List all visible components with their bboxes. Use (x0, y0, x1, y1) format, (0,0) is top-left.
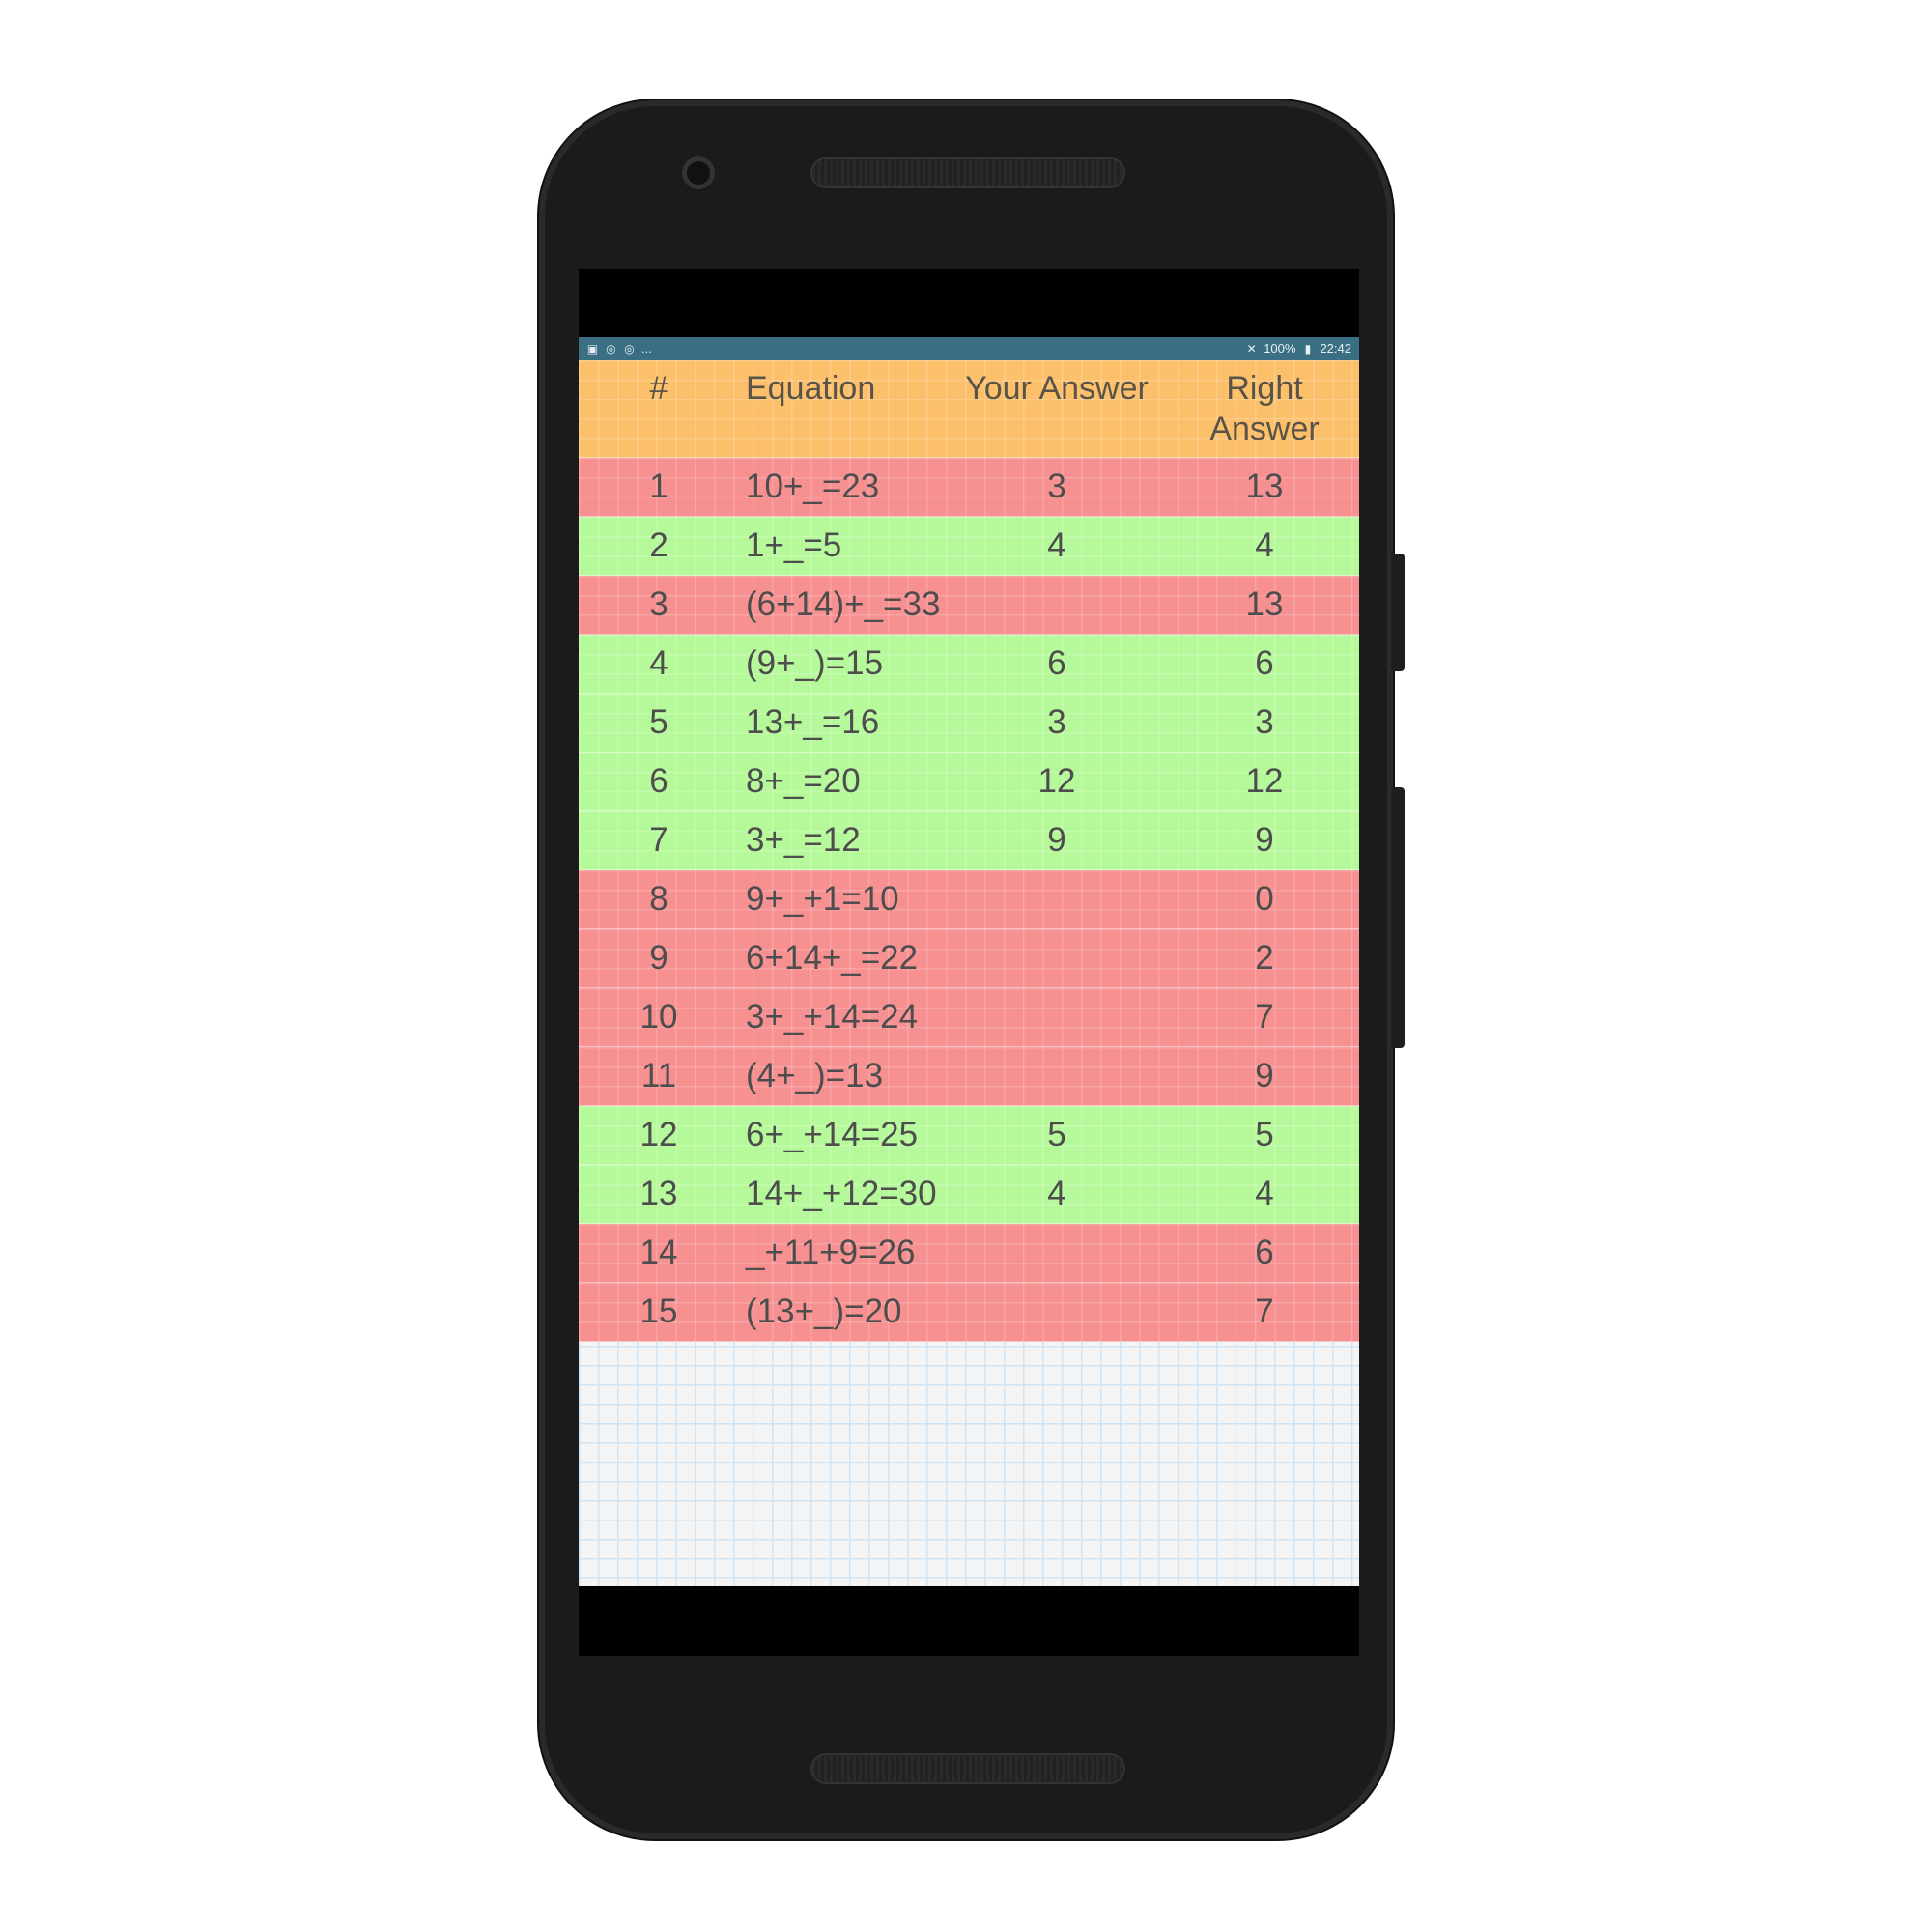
row-right-answer: 13 (1245, 585, 1284, 623)
row-number: 7 (649, 821, 668, 859)
row-right-answer: 12 (1245, 762, 1284, 800)
row-equation: 6+14+_=22 (746, 939, 919, 977)
battery-icon: ▮ (1304, 341, 1312, 355)
front-camera (682, 156, 715, 189)
row-right-answer: 13 (1245, 468, 1284, 505)
row-number: 10 (639, 998, 678, 1036)
table-row: 13 14+_+12=30 4 4 (579, 1165, 1359, 1224)
row-number: 3 (649, 585, 668, 623)
row-number: 13 (639, 1175, 678, 1212)
row-equation: 10+_=23 (746, 468, 880, 505)
row-number: 11 (640, 1057, 677, 1094)
table-row: 3 (6+14)+_=33 13 (579, 576, 1359, 635)
more-notifications: ... (641, 341, 652, 355)
row-equation: (6+14)+_=33 (746, 585, 941, 623)
table-row: 14 _+11+9=26 6 (579, 1224, 1359, 1283)
row-equation: 13+_=16 (746, 703, 880, 741)
row-your-answer: 3 (1047, 703, 1066, 741)
row-equation: 1+_=5 (746, 526, 842, 564)
row-right-answer: 2 (1255, 939, 1274, 977)
row-equation: 3+_+14=24 (746, 998, 919, 1036)
navigation-bar (579, 1586, 1359, 1656)
row-right-answer: 6 (1255, 1234, 1274, 1271)
row-number: 9 (649, 939, 668, 977)
table-row: 9 6+14+_=22 2 (579, 929, 1359, 988)
bottom-speaker (812, 1755, 1123, 1782)
row-your-answer: 4 (1047, 1175, 1066, 1212)
row-number: 12 (639, 1116, 678, 1153)
row-equation: (4+_)=13 (746, 1057, 884, 1094)
row-right-answer: 3 (1255, 703, 1274, 741)
table-row: 7 3+_=12 9 9 (579, 811, 1359, 870)
header-your-answer: Your Answer (965, 370, 1149, 407)
table-row: 1 10+_=23 3 13 (579, 458, 1359, 517)
row-equation: 3+_=12 (746, 821, 861, 859)
image-icon: ▣ (586, 341, 599, 355)
row-number: 8 (649, 880, 668, 918)
row-number: 6 (649, 762, 668, 800)
row-your-answer: 3 (1047, 468, 1066, 505)
volume-button (1391, 787, 1405, 1048)
table-row: 5 13+_=16 3 3 (579, 694, 1359, 753)
row-your-answer: 5 (1047, 1116, 1066, 1153)
table-body: 1 10+_=23 3 13 2 1+_=5 4 4 3 (6+14)+_=33 13 4 (9+_)=… (579, 458, 1359, 1342)
row-number: 14 (639, 1234, 678, 1271)
results-screen[interactable]: # Equation Your Answer Right Answer 1 10+… (579, 360, 1359, 1586)
row-right-answer: 9 (1255, 821, 1274, 859)
row-right-answer: 4 (1255, 526, 1274, 564)
header-right-answer-line1: Right (1226, 370, 1303, 407)
row-your-answer: 4 (1047, 526, 1066, 564)
table-row: 2 1+_=5 4 4 (579, 517, 1359, 576)
table-row: 6 8+_=20 12 12 (579, 753, 1359, 811)
system-icons: ✕ 100% ▮ 22:42 (1245, 337, 1351, 360)
row-right-answer: 7 (1255, 998, 1274, 1036)
earpiece-speaker (812, 159, 1123, 186)
table-row: 15 (13+_)=20 7 (579, 1283, 1359, 1342)
power-button (1391, 554, 1405, 671)
table-row: 10 3+_+14=24 7 (579, 988, 1359, 1047)
row-number: 5 (649, 703, 668, 741)
row-number: 4 (649, 644, 668, 682)
sync-icon: ◎ (624, 341, 635, 355)
phone-screen: ▣ ◎ ◎ ... ✕ 100% ▮ 22:42 # Equation Your… (579, 269, 1359, 1656)
device-frame-stage: ▣ ◎ ◎ ... ✕ 100% ▮ 22:42 # Equation Your… (0, 0, 1932, 1932)
row-right-answer: 5 (1255, 1116, 1274, 1153)
status-bar: ▣ ◎ ◎ ... ✕ 100% ▮ 22:42 (579, 337, 1359, 360)
sync-icon: ◎ (606, 341, 616, 355)
row-your-answer: 6 (1047, 644, 1066, 682)
header-right-answer: Right Answer (1153, 368, 1359, 449)
table-row: 4 (9+_)=15 6 6 (579, 635, 1359, 694)
header-right-answer-line2: Answer (1209, 411, 1320, 447)
mute-icon: ✕ (1246, 341, 1257, 355)
table-row: 8 9+_+1=10 0 (579, 870, 1359, 929)
row-number: 2 (649, 526, 668, 564)
row-right-answer: 6 (1255, 644, 1274, 682)
row-equation: _+11+9=26 (746, 1234, 916, 1271)
battery-percent: 100% (1264, 341, 1296, 355)
row-your-answer: 12 (1037, 762, 1076, 800)
row-right-answer: 9 (1255, 1057, 1274, 1094)
row-number: 15 (639, 1293, 678, 1330)
row-right-answer: 0 (1255, 880, 1274, 918)
clock: 22:42 (1320, 341, 1351, 355)
header-number: # (649, 370, 668, 407)
row-equation: 8+_=20 (746, 762, 861, 800)
results-table: # Equation Your Answer Right Answer 1 10+… (579, 360, 1359, 1342)
row-equation: 14+_+12=30 (746, 1175, 937, 1212)
row-equation: 6+_+14=25 (746, 1116, 919, 1153)
table-row: 12 6+_+14=25 5 5 (579, 1106, 1359, 1165)
row-right-answer: 4 (1255, 1175, 1274, 1212)
row-your-answer: 9 (1047, 821, 1066, 859)
row-equation: 9+_+1=10 (746, 880, 899, 918)
row-right-answer: 7 (1255, 1293, 1274, 1330)
header-equation: Equation (746, 370, 876, 407)
table-row: 11 (4+_)=13 9 (579, 1047, 1359, 1106)
row-equation: (9+_)=15 (746, 644, 884, 682)
row-number: 1 (649, 468, 668, 505)
table-header: # Equation Your Answer Right Answer (579, 360, 1359, 458)
row-equation: (13+_)=20 (746, 1293, 902, 1330)
notification-icons: ▣ ◎ ◎ ... (586, 337, 652, 360)
